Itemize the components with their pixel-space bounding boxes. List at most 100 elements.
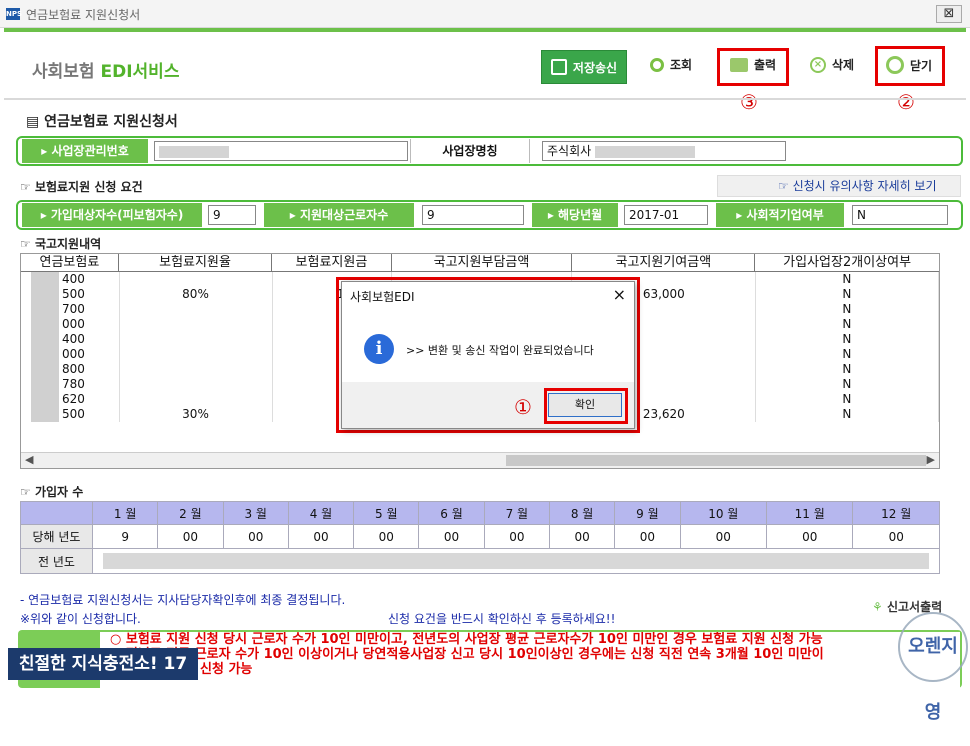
- biz-name-field[interactable]: 주식회사: [542, 141, 786, 161]
- scroll-thumb[interactable]: [506, 455, 926, 466]
- month-header: 12 월: [852, 501, 940, 525]
- cell-multi: N: [756, 317, 939, 332]
- cell-premium: 800: [21, 362, 120, 377]
- cell-multi: N: [756, 362, 939, 377]
- cell-multi: N: [756, 302, 939, 317]
- info-icon: i: [364, 334, 394, 364]
- dialog-close-icon[interactable]: ×: [613, 285, 626, 304]
- biz-name-label: 사업장명칭: [410, 139, 530, 163]
- biz-no-label: ▸ 사업장관리번호: [22, 139, 148, 163]
- cell-premium: 620: [21, 392, 120, 407]
- subsidy-title: ☞ 국고지원내역: [20, 237, 102, 251]
- business-info-box: ▸ 사업장관리번호 사업장명칭 주식회사: [16, 136, 963, 166]
- member-count-cell[interactable]: 00: [222, 524, 289, 549]
- sprout-icon: ⚘: [872, 600, 883, 614]
- print-highlight: [717, 48, 789, 86]
- nps-app-icon: NPS: [6, 8, 23, 20]
- social-label: ▸ 사회적기업여부: [716, 203, 844, 227]
- members-title: ☞ 가입자 수: [20, 485, 84, 499]
- cell-premium: 000: [21, 317, 120, 332]
- members-field[interactable]: 9: [208, 205, 256, 225]
- member-count-cell[interactable]: 00: [614, 524, 681, 549]
- workers-label: ▸ 지원대상근로자수: [264, 203, 414, 227]
- month-header: 10 월: [679, 501, 768, 525]
- close-highlight: [875, 46, 945, 86]
- note-line-1: - 연금보험료 지원신청서는 지사담당자확인후에 최종 결정됩니다.: [20, 593, 346, 607]
- masked-value: [595, 145, 695, 158]
- member-count-cell[interactable]: 00: [852, 524, 940, 549]
- members-label: ▸ 가입대상자수(피보험자수): [22, 203, 202, 227]
- horizontal-scrollbar[interactable]: ◀ ▶: [21, 452, 939, 468]
- floppy-icon: [550, 59, 567, 75]
- warning-line-3: 신청 가능: [200, 662, 253, 677]
- cell-premium: 500: [21, 407, 120, 422]
- save-send-button[interactable]: 저장송신: [541, 50, 627, 84]
- current-year-row: 당해 년도 9 00 00 00 00 00 00 00 00 00 00 00: [20, 524, 940, 549]
- col-multi[interactable]: 가입사업장2개이상여부: [755, 254, 939, 271]
- month-header: 7 월: [483, 501, 550, 525]
- ok-button[interactable]: 확인: [548, 393, 622, 417]
- step-one-marker: ①: [514, 395, 532, 419]
- prev-year-values: [92, 548, 940, 574]
- scroll-right-icon[interactable]: ▶: [927, 453, 935, 466]
- prev-year-row: 전 년도: [20, 548, 940, 574]
- cell-rate: [120, 317, 273, 332]
- col-contrib[interactable]: 국고지원기여금액: [572, 254, 756, 271]
- month-header: 6 월: [418, 501, 485, 525]
- cell-premium: 700: [21, 302, 120, 317]
- delete-icon: ×: [810, 56, 826, 73]
- members-table: 1 월2 월3 월4 월5 월6 월7 월8 월9 월 10 월 11 월 12 월 …: [20, 501, 940, 574]
- col-premium[interactable]: 연금보험료: [21, 254, 119, 271]
- masked-value: [159, 145, 229, 158]
- member-count-cell[interactable]: 9: [91, 524, 159, 549]
- member-count-cell[interactable]: 00: [679, 524, 768, 549]
- dialog-message: >> 변환 및 송신 작업이 완료되었습니다: [406, 344, 594, 357]
- cell-rate: [120, 272, 273, 287]
- col-burden[interactable]: 국고지원부담금액: [392, 254, 573, 271]
- cell-rate: [120, 392, 273, 407]
- cell-rate: [120, 377, 273, 392]
- scroll-left-icon[interactable]: ◀: [25, 453, 33, 466]
- form-title: ▤ 연금보험료 지원신청서: [26, 114, 178, 130]
- window-close-button[interactable]: ⊠: [936, 5, 962, 23]
- cell-rate: [120, 347, 273, 362]
- current-year-label: 당해 년도: [20, 524, 93, 549]
- cell-premium: 500: [21, 287, 120, 302]
- member-count-cell[interactable]: 00: [287, 524, 355, 549]
- cell-multi: N: [756, 377, 939, 392]
- warning-line-2: ○ 전년도 평균 근로자 수가 10인 이상이거나 당연적용사업장 신고 당시 …: [110, 647, 824, 662]
- warning-line-1: ○ 보험료 지원 신청 당시 근로자 수가 10인 미만이고, 전년도의 사업장…: [110, 632, 823, 647]
- col-rate[interactable]: 보험료지원율: [119, 254, 273, 271]
- cell-rate: [120, 332, 273, 347]
- step-three-marker: ③: [740, 90, 758, 114]
- member-count-cell[interactable]: 00: [548, 524, 616, 549]
- requirements-box: ▸ 가입대상자수(피보험자수) 9 ▸ 지원대상근로자수 9 ▸ 해당년월 20…: [16, 200, 963, 230]
- period-label: ▸ 해당년월: [532, 203, 618, 227]
- col-amount[interactable]: 보험료지원금: [272, 254, 392, 271]
- member-count-cell[interactable]: 00: [157, 524, 224, 549]
- cell-multi: N: [756, 392, 939, 407]
- note-line-2: ※위와 같이 신청합니다.: [20, 612, 141, 626]
- cell-rate: [120, 362, 273, 377]
- search-button[interactable]: 조회: [650, 56, 692, 73]
- cell-multi: N: [756, 272, 939, 287]
- month-header-row: 1 월2 월3 월4 월5 월6 월7 월8 월9 월 10 월 11 월 12 월: [20, 501, 940, 525]
- month-header: 2 월: [157, 501, 224, 525]
- member-count-cell[interactable]: 00: [353, 524, 420, 549]
- delete-button[interactable]: × 삭제: [810, 56, 854, 73]
- social-field[interactable]: N: [852, 205, 948, 225]
- notice-link[interactable]: ☞ 신청시 유의사항 자세히 보기: [717, 175, 961, 197]
- member-count-cell[interactable]: 00: [418, 524, 485, 549]
- month-header: 5 월: [353, 501, 420, 525]
- member-count-cell[interactable]: 00: [483, 524, 550, 549]
- member-count-cell[interactable]: 00: [765, 524, 854, 549]
- period-field[interactable]: 2017-01: [624, 205, 708, 225]
- month-header: 4 월: [287, 501, 355, 525]
- cell-multi: N: [756, 407, 939, 422]
- biz-no-field[interactable]: [154, 141, 408, 161]
- workers-field[interactable]: 9: [422, 205, 524, 225]
- cell-premium: 000: [21, 347, 120, 362]
- prev-year-label: 전 년도: [20, 548, 93, 574]
- pin-icon: [650, 57, 664, 72]
- cell-multi: N: [756, 347, 939, 362]
